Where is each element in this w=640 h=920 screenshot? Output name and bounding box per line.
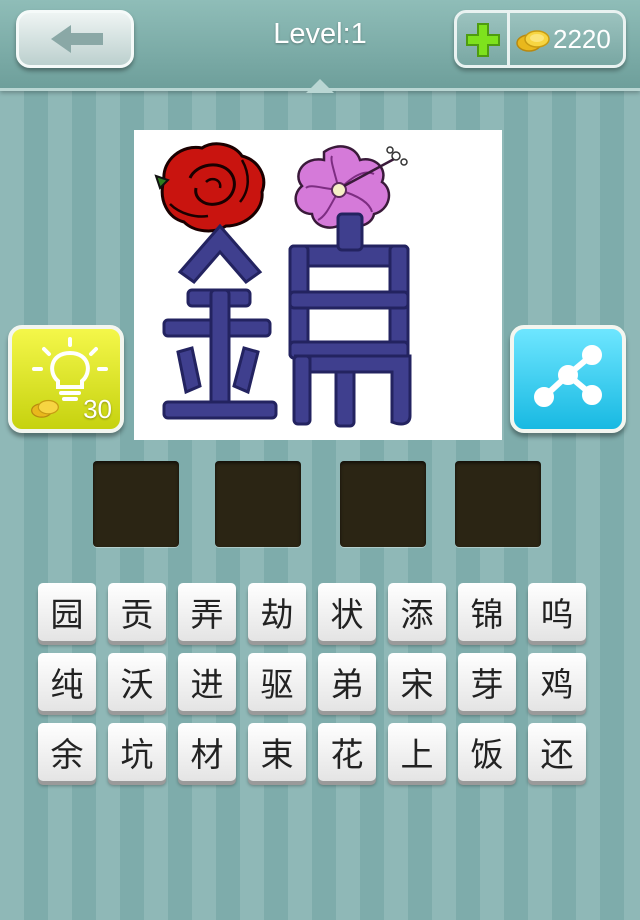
puzzle-picture xyxy=(134,130,502,440)
hint-button[interactable]: 30 xyxy=(8,325,124,433)
letter-tile[interactable]: 纯 xyxy=(38,653,96,711)
gold-coins-icon xyxy=(516,30,550,52)
top-bar: Level:1 2220 xyxy=(0,0,640,91)
letter-tile[interactable]: 宋 xyxy=(388,653,446,711)
chinese-character-graphic xyxy=(162,212,412,428)
letter-tile[interactable]: 还 xyxy=(528,723,586,781)
letter-tile[interactable]: 沃 xyxy=(108,653,166,711)
letter-tile[interactable]: 鸡 xyxy=(528,653,586,711)
gold-coins-icon xyxy=(31,399,59,418)
coin-balance: 2220 xyxy=(454,10,626,68)
letter-tile[interactable]: 弟 xyxy=(318,653,376,711)
letter-tile[interactable]: 花 xyxy=(318,723,376,781)
answer-slot[interactable] xyxy=(93,461,179,547)
answer-slot[interactable] xyxy=(215,461,301,547)
plus-icon[interactable] xyxy=(465,22,501,58)
rose-and-hibiscus-over-character-image xyxy=(154,142,412,428)
letter-tile[interactable]: 呜 xyxy=(528,583,586,641)
letter-tile[interactable]: 弄 xyxy=(178,583,236,641)
letter-tile[interactable]: 驱 xyxy=(248,653,306,711)
back-button[interactable] xyxy=(16,10,134,68)
letter-tile[interactable]: 贡 xyxy=(108,583,166,641)
letter-tile[interactable]: 余 xyxy=(38,723,96,781)
share-button[interactable] xyxy=(510,325,626,433)
letter-tile[interactable]: 材 xyxy=(178,723,236,781)
letter-tile[interactable]: 坑 xyxy=(108,723,166,781)
coinbox-divider xyxy=(507,13,510,65)
hint-cost: 30 xyxy=(83,394,112,424)
letter-tile[interactable]: 饭 xyxy=(458,723,516,781)
answer-slot[interactable] xyxy=(340,461,426,547)
letter-tile[interactable]: 进 xyxy=(178,653,236,711)
rose-icon xyxy=(154,142,266,233)
lightbulb-icon xyxy=(32,337,108,401)
letter-tile[interactable]: 添 xyxy=(388,583,446,641)
letter-tile[interactable]: 园 xyxy=(38,583,96,641)
letter-tile[interactable]: 状 xyxy=(318,583,376,641)
letter-tile[interactable]: 芽 xyxy=(458,653,516,711)
header-notch xyxy=(306,79,334,93)
game-screen: Level:1 2220 30 园 贡 弄 劫 状 添 锦 呜 纯 沃 进 驱 … xyxy=(0,0,640,920)
letter-tile[interactable]: 劫 xyxy=(248,583,306,641)
answer-slot[interactable] xyxy=(455,461,541,547)
share-icon xyxy=(534,345,602,407)
coin-count: 2220 xyxy=(553,24,611,54)
level-title: Level:1 xyxy=(273,18,367,50)
letter-tile[interactable]: 锦 xyxy=(458,583,516,641)
arrow-left-icon xyxy=(51,25,103,53)
letter-tile[interactable]: 束 xyxy=(248,723,306,781)
letter-tile[interactable]: 上 xyxy=(388,723,446,781)
